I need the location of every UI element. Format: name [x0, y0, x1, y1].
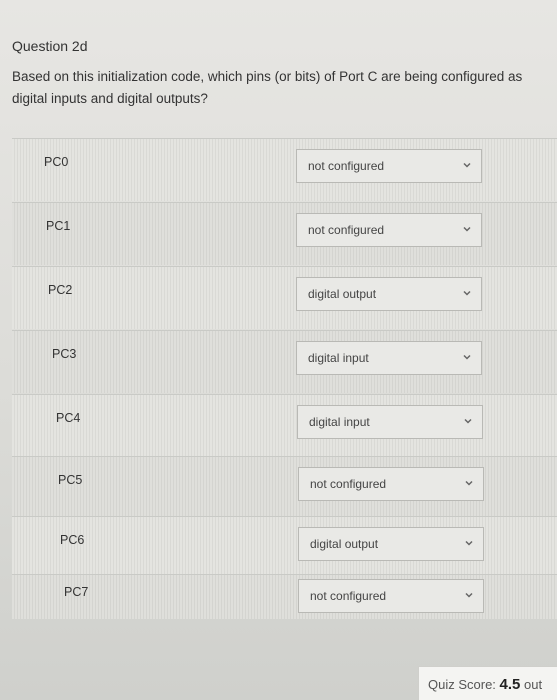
- quiz-score: Quiz Score: 4.5 out: [418, 666, 557, 700]
- pin-label-pc6: PC6: [60, 533, 85, 547]
- matching-row: PC7 not configured: [12, 574, 557, 619]
- matching-rows: PC0 not configured PC1 not configured PC…: [12, 138, 557, 619]
- pin-label-pc0: PC0: [44, 155, 69, 169]
- pin-select-pc6[interactable]: digital output: [298, 527, 484, 561]
- pin-select-pc5[interactable]: not configured: [298, 467, 484, 501]
- chevron-down-icon: [465, 539, 473, 547]
- chevron-down-icon: [463, 353, 471, 361]
- select-value: digital input: [309, 415, 370, 429]
- pin-label-pc3: PC3: [52, 347, 77, 361]
- pin-label-pc4: PC4: [56, 411, 81, 425]
- pin-select-pc4[interactable]: digital input: [297, 405, 483, 439]
- pin-select-pc7[interactable]: not configured: [298, 579, 484, 613]
- chevron-down-icon: [464, 417, 472, 425]
- pin-select-pc1[interactable]: not configured: [296, 213, 482, 247]
- pin-label-pc5: PC5: [58, 473, 83, 487]
- pin-select-pc2[interactable]: digital output: [296, 277, 482, 311]
- quiz-score-suffix: out: [524, 677, 543, 692]
- chevron-down-icon: [465, 479, 473, 487]
- chevron-down-icon: [463, 225, 471, 233]
- select-value: not configured: [310, 589, 387, 603]
- chevron-down-icon: [463, 289, 471, 297]
- matching-row: PC6 digital output: [12, 516, 557, 579]
- chevron-down-icon: [463, 161, 471, 169]
- matching-row: PC4 digital input: [12, 394, 557, 457]
- quiz-score-value: 4.5: [499, 676, 521, 693]
- matching-row: PC3 digital input: [12, 330, 557, 393]
- select-value: not configured: [310, 477, 387, 491]
- question-text: Based on this initialization code, which…: [12, 69, 523, 106]
- pin-select-pc0[interactable]: not configured: [296, 149, 482, 183]
- chevron-down-icon: [465, 591, 473, 599]
- pin-label-pc7: PC7: [64, 585, 89, 599]
- pin-label-pc1: PC1: [46, 219, 71, 233]
- select-value: not configured: [308, 159, 385, 173]
- pin-label-pc2: PC2: [48, 283, 73, 297]
- quiz-score-label: Quiz Score:: [428, 677, 496, 692]
- matching-row: PC1 not configured: [12, 202, 557, 265]
- question-title: Question 2d: [12, 38, 88, 54]
- select-value: digital output: [308, 287, 377, 301]
- matching-row: PC0 not configured: [12, 138, 557, 201]
- select-value: digital output: [310, 537, 379, 551]
- matching-row: PC2 digital output: [12, 266, 557, 329]
- pin-select-pc3[interactable]: digital input: [296, 341, 482, 375]
- select-value: digital input: [308, 351, 369, 365]
- matching-row: PC5 not configured: [12, 456, 557, 519]
- select-value: not configured: [308, 223, 385, 237]
